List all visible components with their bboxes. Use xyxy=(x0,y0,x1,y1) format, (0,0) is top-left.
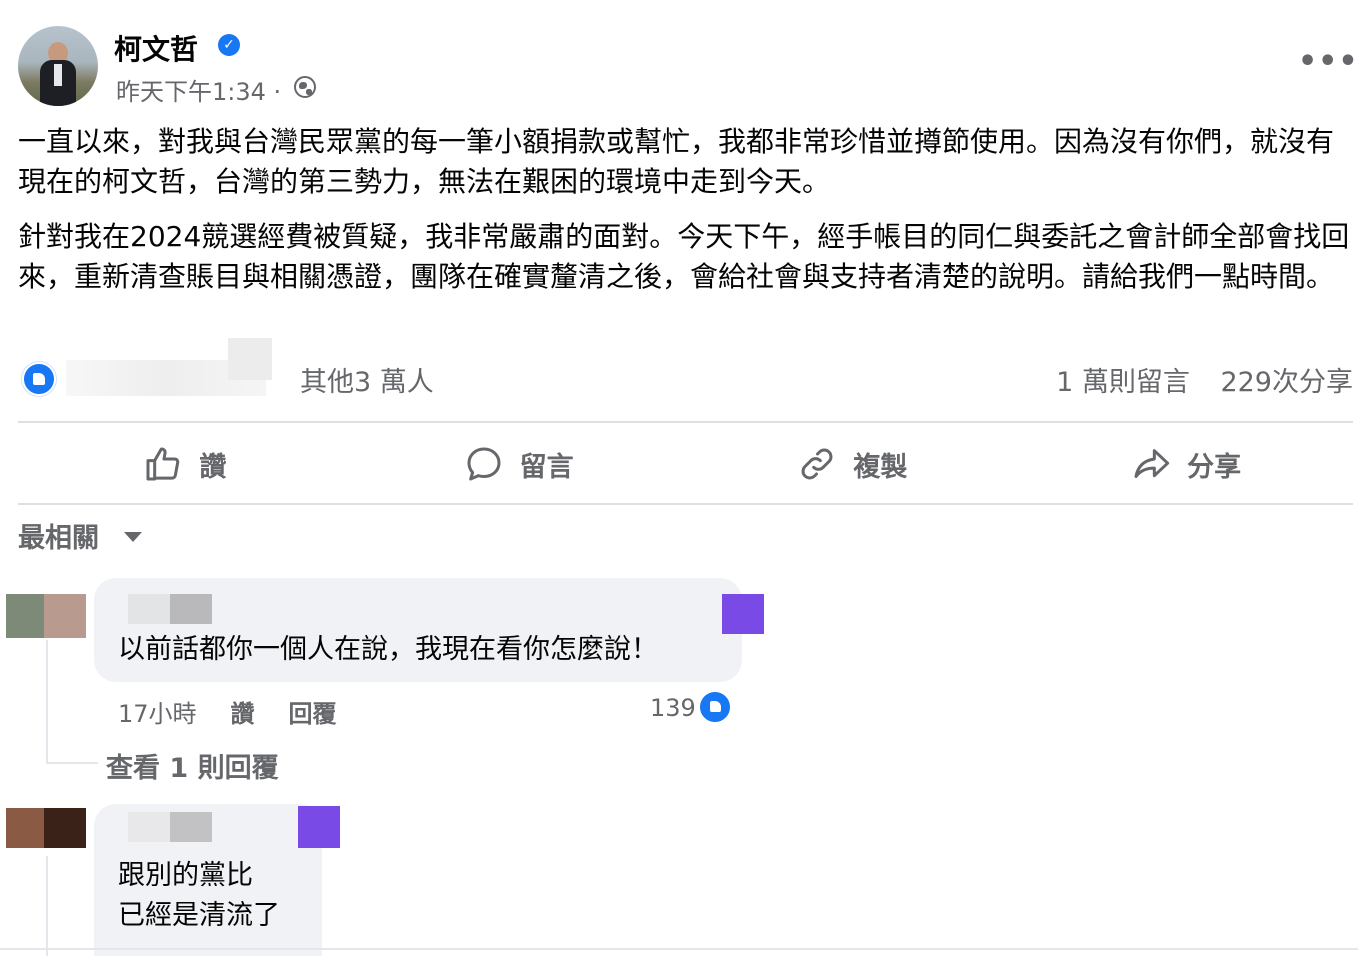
comment-sort-selector[interactable]: 最相關 xyxy=(18,516,99,555)
comment-text-line-1: 跟別的黨比 xyxy=(118,860,253,891)
comment-reply-button[interactable]: 回覆 xyxy=(289,700,337,728)
view-replies-button[interactable]: 查看 1 則回覆 xyxy=(106,746,279,785)
avatar-block xyxy=(44,594,86,638)
share-arrow-icon xyxy=(1134,449,1170,478)
author-avatar[interactable] xyxy=(18,26,98,106)
avatar-block xyxy=(6,594,44,638)
comment-like-count[interactable]: 139 xyxy=(650,694,696,722)
commenter-avatar[interactable] xyxy=(6,594,86,638)
like-label: 讚 xyxy=(199,451,227,483)
comment-count[interactable]: 1 萬則留言 xyxy=(1056,367,1190,398)
redacted-commenter-name xyxy=(170,594,212,624)
engagement-counts: 1 萬則留言 229次分享 xyxy=(1034,360,1353,399)
post-paragraph-2: 針對我在2024競選經費被質疑，我非常嚴肅的面對。今天下午，經手帳目的同仁與委託… xyxy=(18,220,1350,293)
comment-label: 留言 xyxy=(519,451,574,483)
caret-down-icon[interactable] xyxy=(124,532,142,542)
post-paragraph-1: 一直以來，對我與台灣民眾黨的每一筆小額捐款或幫忙，我都非常珍惜並撙節使用。因為沒… xyxy=(18,125,1335,198)
thumbs-up-icon xyxy=(146,447,180,481)
reaction-stats: 其他3 萬人 1 萬則留言 229次分享 xyxy=(18,338,1353,402)
avatar-block xyxy=(44,808,86,848)
commenter-avatar[interactable] xyxy=(6,808,86,848)
divider xyxy=(18,421,1353,423)
like-reaction-icon[interactable] xyxy=(22,362,56,396)
comment-meta: 17小時 讚 回覆 xyxy=(118,694,337,729)
redacted-commenter-name xyxy=(128,812,172,842)
verified-badge-icon: ✓ xyxy=(218,34,240,56)
post-action-bar: 讚 留言 複製 分享 xyxy=(18,424,1353,504)
comment-text-line-2: 已經是清流了 xyxy=(118,900,280,931)
copy-button[interactable]: 複製 xyxy=(686,424,1020,504)
share-label: 分享 xyxy=(1187,451,1242,483)
post-timestamp[interactable]: 昨天下午1:34 · xyxy=(116,72,281,107)
redacted-block xyxy=(228,338,272,380)
comment-bubble-icon xyxy=(467,447,501,481)
comment-button[interactable]: 留言 xyxy=(352,424,686,504)
thread-line xyxy=(46,762,98,764)
post-body: 一直以來，對我與台灣民眾黨的每一筆小額捐款或幫忙，我都非常珍惜並撙節使用。因為沒… xyxy=(18,122,1353,312)
share-button[interactable]: 分享 xyxy=(1019,424,1353,504)
like-button[interactable]: 讚 xyxy=(18,424,352,504)
redacted-badge xyxy=(722,594,764,634)
thread-line xyxy=(46,856,48,956)
comment-time[interactable]: 17小時 xyxy=(118,700,197,728)
comment-like-reaction-icon xyxy=(698,690,732,724)
copy-label: 複製 xyxy=(853,451,908,483)
more-options-button[interactable]: ••• xyxy=(1298,47,1358,77)
link-icon xyxy=(801,448,833,480)
avatar-block xyxy=(6,808,44,848)
thread-line xyxy=(46,640,48,764)
reactors-count[interactable]: 其他3 萬人 xyxy=(300,360,434,399)
redacted-badge xyxy=(298,806,340,848)
divider xyxy=(18,503,1353,505)
redacted-commenter-name xyxy=(170,812,212,842)
post-header: 柯文哲 ✓ 昨天下午1:34 · ••• xyxy=(18,24,1358,108)
share-count[interactable]: 229次分享 xyxy=(1220,367,1353,398)
bottom-edge xyxy=(0,948,1358,950)
comment-text: 以前話都你一個人在說，我現在看你怎麼說！ xyxy=(118,634,658,665)
comment-like-button[interactable]: 讚 xyxy=(231,700,255,728)
author-name[interactable]: 柯文哲 xyxy=(114,28,198,68)
redacted-commenter-name xyxy=(128,594,172,624)
avatar-shirt xyxy=(54,64,62,86)
globe-icon xyxy=(294,76,316,98)
